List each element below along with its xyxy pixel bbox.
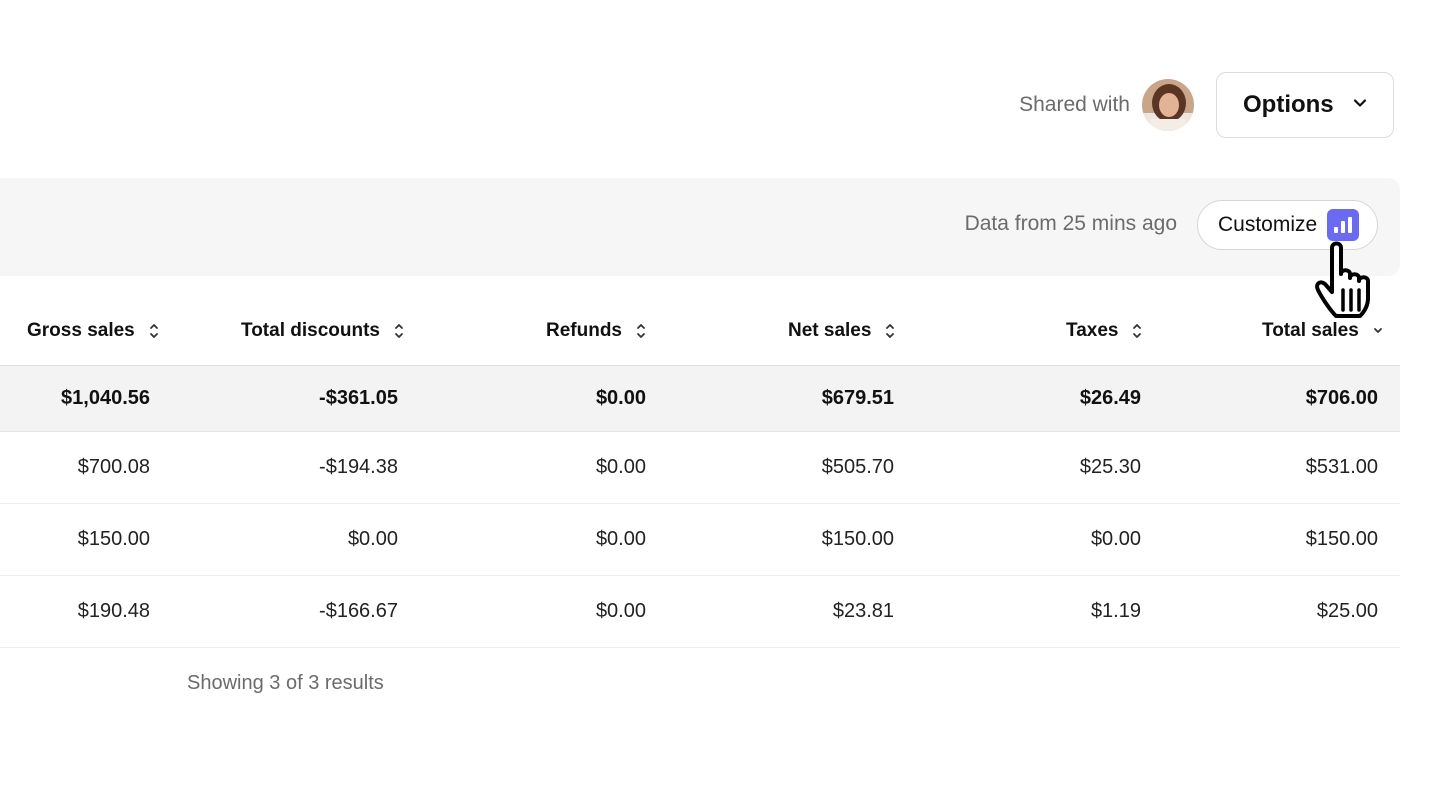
table-cell: $25.00 (1316, 600, 1378, 622)
column-header-label: Total sales (1262, 319, 1359, 341)
sort-arrows-icon (149, 323, 158, 338)
table-cell: -$166.67 (319, 600, 398, 622)
table-cell: $505.70 (821, 456, 894, 478)
table-cell: $25.30 (1079, 456, 1141, 478)
customize-label: Customize (1218, 213, 1318, 236)
table-cell: $26.49 (1079, 387, 1141, 409)
table-cell: $190.48 (77, 600, 150, 622)
column-header-total-sales[interactable]: Total sales (1262, 296, 1383, 365)
table-cell: -$361.05 (319, 387, 398, 409)
column-header-refunds[interactable]: Refunds (546, 296, 646, 365)
table-cell: $1.19 (1090, 600, 1141, 622)
customize-button[interactable]: Customize (1197, 200, 1378, 250)
table-cell: $706.00 (1305, 387, 1378, 409)
column-header-label: Refunds (546, 319, 622, 341)
table-row[interactable]: $190.48 -$166.67 $0.00 $23.81 $1.19 $25.… (0, 576, 1400, 648)
column-header-label: Net sales (788, 319, 872, 341)
sales-table: Gross sales Total discounts Refunds Net … (0, 296, 1400, 648)
options-label: Options (1243, 91, 1334, 118)
sort-descending-icon (1373, 327, 1382, 333)
data-freshness-text: Data from 25 mins ago (964, 212, 1177, 235)
bar-chart-icon (1327, 209, 1360, 241)
table-cell: $150.00 (1305, 528, 1378, 550)
table-cell: $150.00 (821, 528, 894, 550)
column-header-net-sales[interactable]: Net sales (788, 296, 895, 365)
sort-arrows-icon (637, 323, 645, 338)
table-row[interactable]: $150.00 $0.00 $0.00 $150.00 $0.00 $150.0… (0, 504, 1400, 576)
column-header-label: Taxes (1066, 319, 1119, 341)
shared-with-label: Shared with (1019, 93, 1130, 116)
table-row[interactable]: $700.08 -$194.38 $0.00 $505.70 $25.30 $5… (0, 432, 1400, 504)
table-cell: $23.81 (832, 600, 894, 622)
report-toolbar: Data from 25 mins ago Customize (0, 178, 1400, 276)
chevron-down-icon (1353, 96, 1367, 115)
table-cell: $0.00 (347, 528, 398, 550)
table-cell: $0.00 (595, 528, 646, 550)
sort-arrows-icon (1133, 323, 1142, 338)
table-cell: $531.00 (1305, 456, 1378, 478)
sort-arrows-icon (886, 323, 895, 338)
report-header: Shared with Options (1019, 72, 1394, 138)
table-cell: $1,040.56 (61, 387, 150, 409)
table-cell: $150.00 (77, 528, 150, 550)
column-header-label: Gross sales (27, 319, 135, 341)
table-cell: $0.00 (595, 600, 646, 622)
table-cell: $700.08 (77, 456, 150, 478)
table-cell: $0.00 (595, 456, 646, 478)
table-cell: -$194.38 (319, 456, 398, 478)
results-count: Showing 3 of 3 results (187, 672, 384, 694)
column-header-total-discounts[interactable]: Total discounts (241, 296, 404, 365)
sort-arrows-icon (395, 323, 403, 338)
options-button[interactable]: Options (1216, 72, 1394, 138)
table-cell: $679.51 (821, 387, 894, 409)
column-header-gross-sales[interactable]: Gross sales (27, 296, 159, 365)
table-header-row: Gross sales Total discounts Refunds Net … (0, 296, 1400, 366)
column-header-taxes[interactable]: Taxes (1066, 296, 1142, 365)
table-cell: $0.00 (1090, 528, 1141, 550)
table-total-row: $1,040.56 -$361.05 $0.00 $679.51 $26.49 … (0, 366, 1400, 432)
table-cell: $0.00 (595, 387, 646, 409)
avatar[interactable] (1142, 79, 1194, 131)
column-header-label: Total discounts (241, 319, 380, 341)
